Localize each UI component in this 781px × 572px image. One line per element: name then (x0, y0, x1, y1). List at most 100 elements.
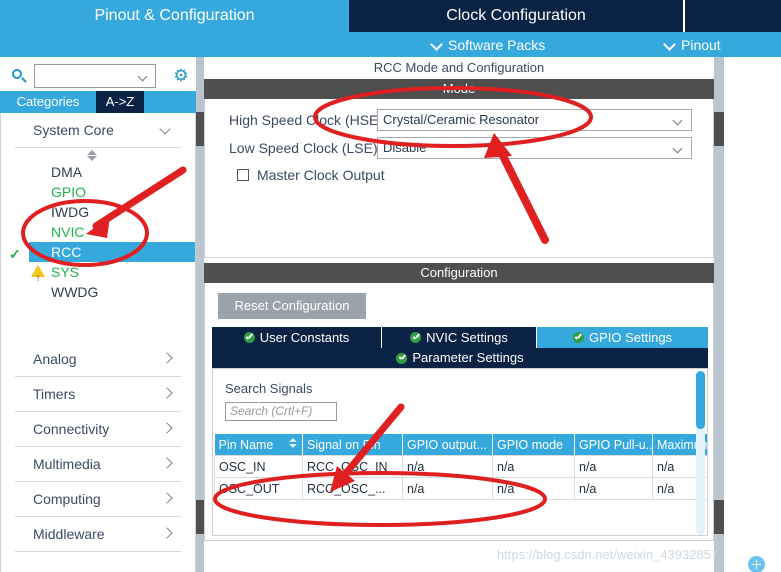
sort-icon[interactable] (289, 437, 298, 449)
watermark: https://blog.csdn.net/weixin_43932857 (497, 547, 719, 562)
table-row[interactable]: OSC_IN RCC_OSC_IN n/a n/a n/a n/a (214, 455, 707, 478)
sidebar-item-rcc[interactable]: ✓ RCC (9, 242, 195, 262)
tab-nvic-settings[interactable]: NVIC Settings (382, 327, 537, 348)
mode-section: High Speed Clock (HSE) Crystal/Ceramic R… (204, 99, 714, 258)
chevron-right-icon[interactable] (161, 459, 171, 469)
splitter-handle[interactable] (196, 500, 204, 534)
column-header-pin-name[interactable]: Pin Name (214, 434, 303, 456)
search-signals-input[interactable]: Search (Crtl+F) (225, 402, 337, 421)
sidebar-group-analog[interactable]: Analog (15, 342, 181, 377)
sidebar-group-multimedia[interactable]: Multimedia (15, 447, 181, 482)
configuration-tab-row-1: User Constants NVIC Settings GPIO Settin… (212, 327, 708, 348)
checkbox-icon[interactable] (237, 169, 249, 181)
chevron-down-icon (665, 39, 676, 50)
stm32cubemx-window: Pinout & Configuration Clock Configurati… (0, 0, 781, 572)
gear-icon[interactable]: ⚙ (172, 67, 190, 85)
chevron-right-icon[interactable] (161, 529, 171, 539)
column-header-signal-on-pin[interactable]: Signal on Pin (302, 434, 403, 456)
column-header-gpio-pullup[interactable]: GPIO Pull-u... (574, 434, 653, 456)
hse-label: High Speed Clock (HSE) (229, 112, 384, 128)
check-circle-icon (396, 352, 408, 364)
splitter-handle[interactable] (714, 500, 724, 534)
cell-gpio-mode[interactable]: n/a (492, 455, 575, 478)
sidebar-group-connectivity[interactable]: Connectivity (15, 412, 181, 447)
column-header-gpio-mode[interactable]: GPIO mode (492, 434, 575, 456)
sub-item-software-packs[interactable]: Software Packs (432, 37, 545, 53)
table-row[interactable]: OSC_OUT RCC_OSC_... n/a n/a n/a n/a (214, 477, 707, 500)
left-splitter[interactable] (196, 57, 204, 572)
sidebar-group-computing[interactable]: Computing (15, 482, 181, 517)
tab-clock-configuration[interactable]: Clock Configuration (349, 0, 685, 32)
check-circle-icon (410, 332, 422, 343)
chevron-down-icon[interactable] (161, 125, 171, 135)
master-clock-output-checkbox-row[interactable]: Master Clock Output (237, 167, 385, 183)
gpio-pane-scrollbar[interactable] (696, 371, 705, 535)
sidebar-item-iwdg[interactable]: IWDG (1, 202, 195, 222)
search-signals-label: Search Signals (225, 381, 313, 396)
sidebar-group-middleware[interactable]: Middleware (15, 517, 181, 552)
reset-configuration-button[interactable]: Reset Configuration (218, 293, 366, 319)
right-splitter[interactable] (714, 57, 724, 572)
chevron-down-icon[interactable] (674, 145, 683, 154)
sub-item-pinout[interactable]: Pinout (665, 37, 721, 53)
lse-value: Disable (383, 140, 427, 155)
chevron-right-icon[interactable] (161, 389, 171, 399)
sidebar-item-wwdg[interactable]: WWDG (1, 282, 195, 302)
sidebar-tab-a-to-z[interactable]: A->Z (96, 91, 144, 113)
splitter-handle[interactable] (196, 112, 204, 146)
tab-gpio-settings[interactable]: GPIO Settings (537, 327, 708, 348)
chevron-down-icon[interactable] (674, 117, 683, 126)
lse-select[interactable]: Disable (377, 137, 692, 159)
chevron-right-icon[interactable] (161, 354, 171, 364)
sidebar-item-label: SYS (51, 264, 80, 280)
cell-pin-name[interactable]: OSC_OUT (214, 477, 303, 500)
sidebar-group-label: Middleware (33, 526, 105, 542)
cell-signal-on-pin[interactable]: RCC_OSC_... (302, 477, 403, 500)
chevron-right-icon[interactable] (161, 494, 171, 504)
cell-gpio-output[interactable]: n/a (402, 455, 493, 478)
gpio-settings-pane: Search Signals Search (Crtl+F) Pin Name (212, 368, 708, 536)
sidebar-group-system-core[interactable]: System Core (15, 113, 181, 148)
warning-icon: ! (31, 265, 45, 283)
column-header-gpio-output[interactable]: GPIO output... (402, 434, 493, 456)
sidebar-group-timers[interactable]: Timers (15, 377, 181, 412)
sidebar-item-gpio[interactable]: GPIO (1, 182, 195, 202)
cell-gpio-output[interactable]: n/a (402, 477, 493, 500)
sidebar-item-dma[interactable]: DMA (1, 162, 195, 182)
search-icon (12, 69, 27, 84)
cell-gpio-mode[interactable]: n/a (492, 477, 575, 500)
cell-gpio-pullup[interactable]: n/a (574, 477, 653, 500)
sidebar-item-label: WWDG (51, 284, 99, 300)
sidebar-group-label: Computing (33, 491, 101, 507)
main-panel: RCC Mode and Configuration Mode High Spe… (204, 57, 714, 572)
tree-scroll-spinner[interactable] (1, 148, 195, 162)
sidebar: ⚙ Categories A->Z System Core DMA GPIO I… (0, 57, 196, 572)
cell-gpio-pullup[interactable]: n/a (574, 455, 653, 478)
cell-signal-on-pin[interactable]: RCC_OSC_IN (302, 455, 403, 478)
lse-label: Low Speed Clock (LSE) (229, 140, 378, 156)
scrollbar-thumb[interactable] (696, 371, 705, 429)
chevron-down-icon[interactable] (87, 156, 97, 161)
sidebar-group-label: Connectivity (33, 421, 110, 437)
sidebar-tree[interactable]: System Core DMA GPIO IWDG NVIC ✓ RCC ! S… (0, 113, 196, 572)
cell-pin-name[interactable]: OSC_IN (214, 455, 303, 478)
sidebar-item-nvic[interactable]: NVIC (1, 222, 195, 242)
tab-parameter-settings[interactable]: Parameter Settings (212, 348, 708, 368)
sidebar-item-sys[interactable]: ! SYS (1, 262, 195, 283)
chevron-right-icon[interactable] (161, 424, 171, 434)
tab-label: Parameter Settings (412, 350, 524, 365)
sidebar-search-row: ⚙ (0, 61, 196, 91)
tab-pinout-configuration[interactable]: Pinout & Configuration (0, 0, 349, 32)
hse-select[interactable]: Crystal/Ceramic Resonator (377, 109, 692, 131)
tab-extra[interactable] (685, 0, 781, 32)
sidebar-tab-categories[interactable]: Categories (0, 91, 96, 113)
sidebar-item-label: NVIC (51, 224, 85, 240)
chevron-down-icon[interactable] (139, 73, 148, 82)
search-input[interactable] (34, 64, 156, 88)
check-icon: ✓ (9, 246, 21, 262)
tab-user-constants[interactable]: User Constants (212, 327, 382, 348)
splitter-handle[interactable] (714, 112, 724, 146)
chevron-up-icon[interactable] (87, 150, 97, 155)
sidebar-item-label: GPIO (51, 184, 87, 200)
zoom-in-icon[interactable] (748, 556, 765, 572)
